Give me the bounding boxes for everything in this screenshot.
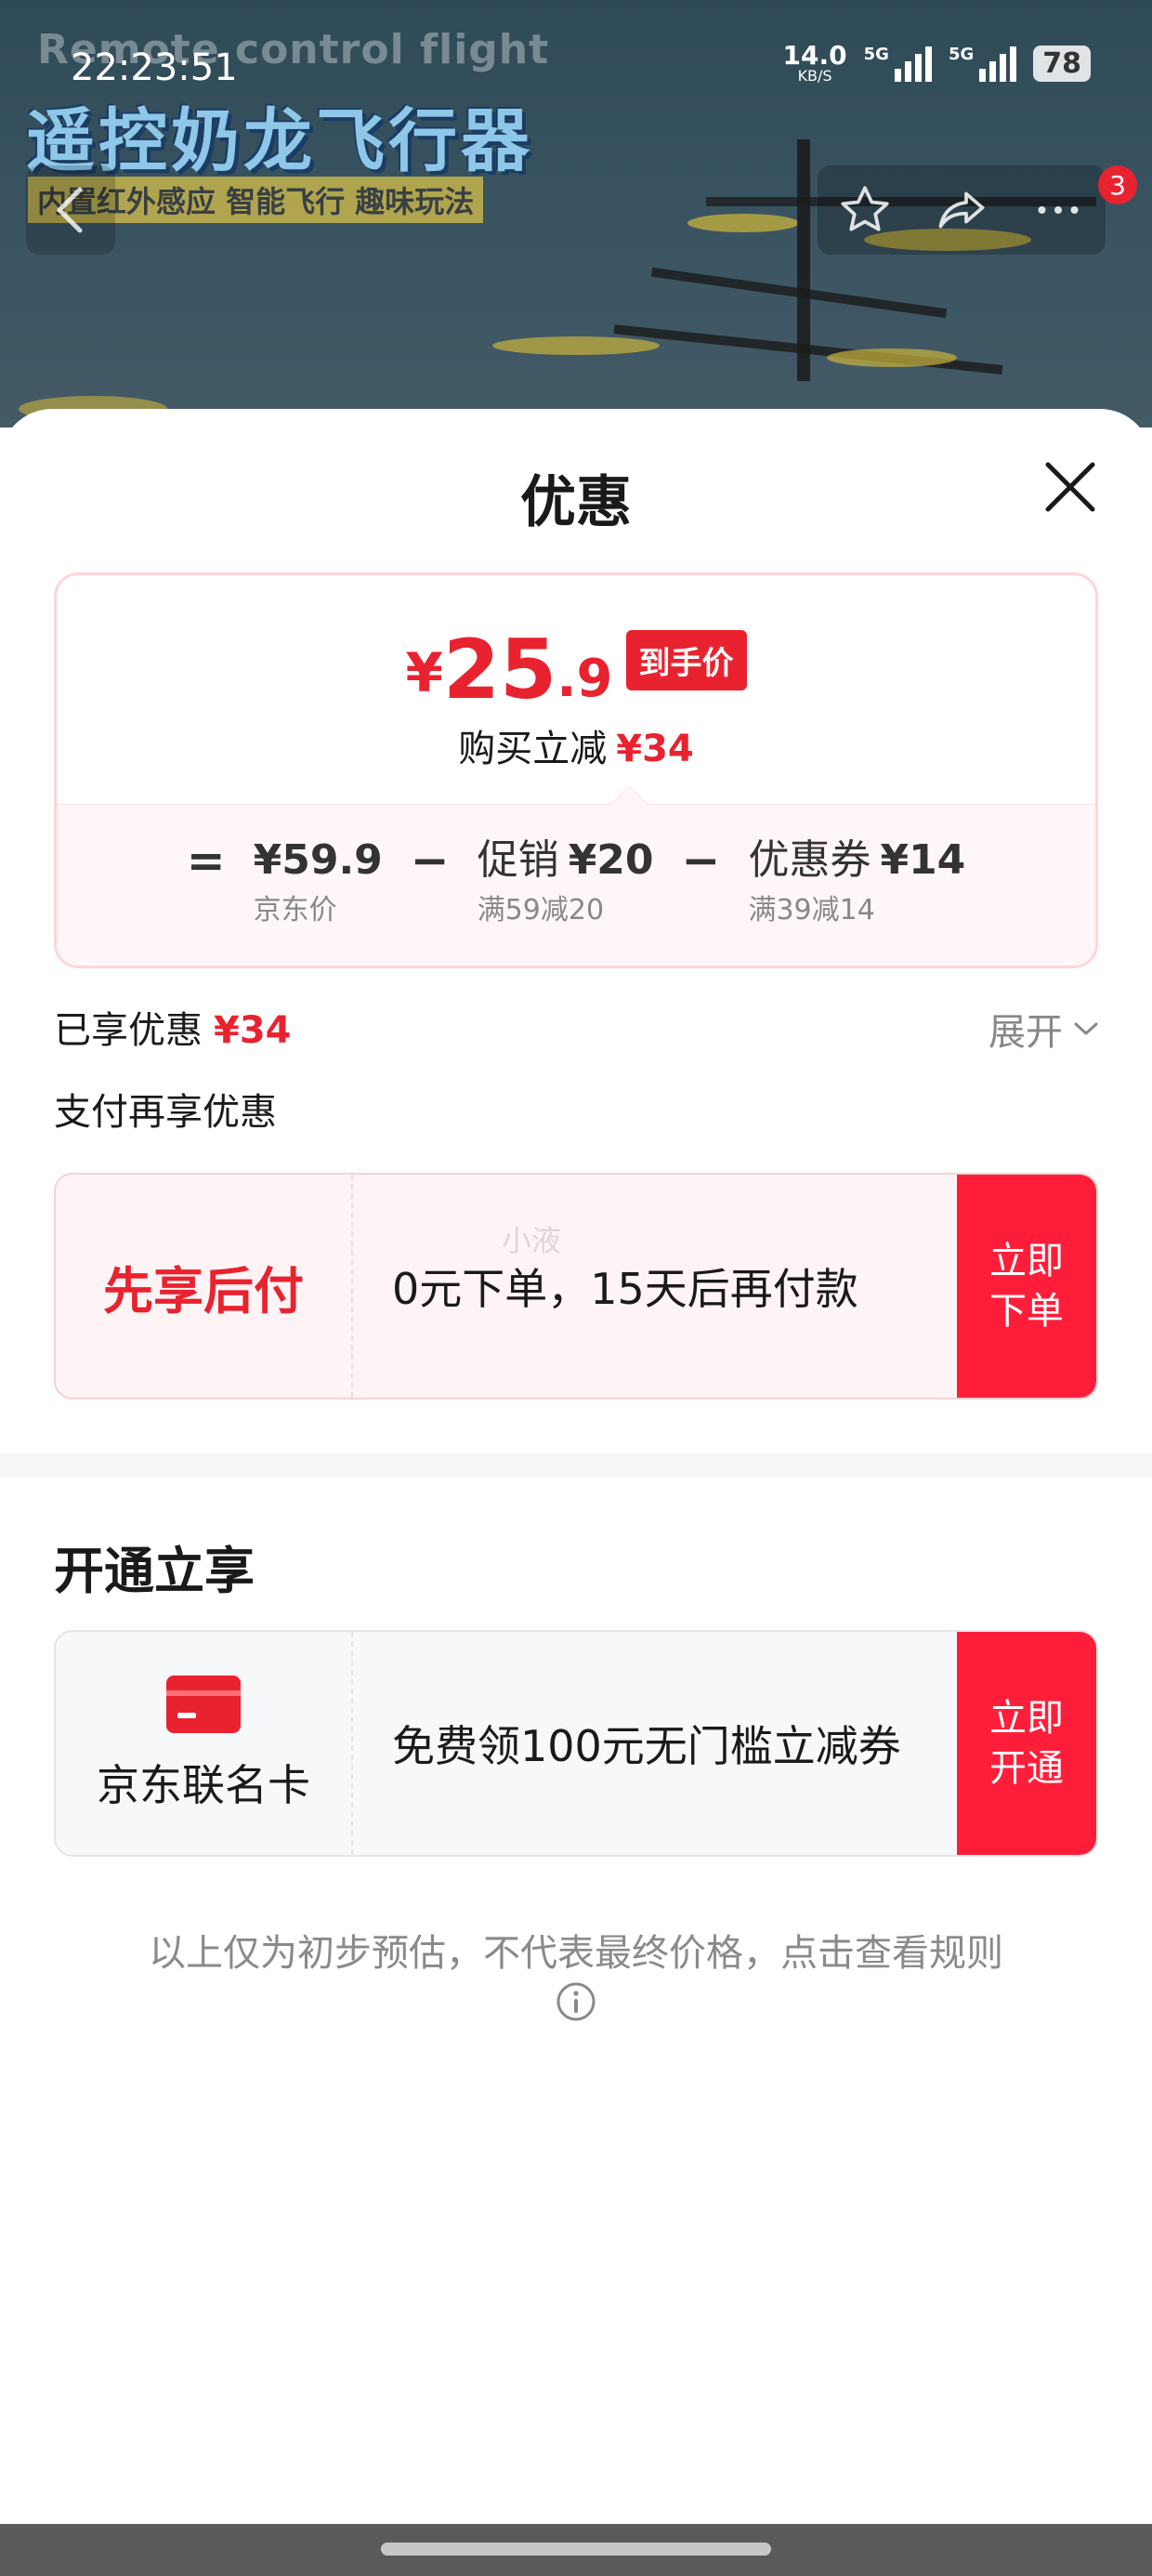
chevron-down-icon <box>1074 1022 1098 1035</box>
signal-2-icon: 5G <box>948 45 1017 82</box>
membership-section-title: 开通立享 <box>54 1542 255 1600</box>
price-formula: = ¥59.9 京东价 − 促销 ¥20 满59减20 − 优惠券 ¥14 满39减… <box>57 835 1095 927</box>
discount-sheet: 优惠 ¥ 25 .9 到手价 购买立减 ¥34 = ¥59.9 京东价 − 促销… <box>0 409 1152 2528</box>
credit-card-icon <box>166 1676 241 1733</box>
section-divider <box>0 1453 1152 1478</box>
coupon-rule: 满39减14 <box>748 894 875 927</box>
co-brand-card-name-area: 京东联名卡 <box>56 1632 353 1855</box>
sim2-label: 5G <box>948 45 975 64</box>
pay-later-name-area: 先享后付 <box>56 1175 353 1398</box>
enjoyed-discount: 已享优惠 ¥34 <box>54 1000 292 1054</box>
payment-offers-title: 支付再享优惠 <box>54 1091 277 1134</box>
order-now-button[interactable]: 立即 下单 <box>957 1175 1096 1398</box>
minus-sign: − <box>410 834 450 887</box>
back-button[interactable] <box>26 165 115 255</box>
promotion-label: 促销 <box>477 836 559 884</box>
minus-sign: − <box>681 834 721 887</box>
more-icon[interactable] <box>1030 182 1086 238</box>
close-icon[interactable] <box>1041 457 1100 517</box>
expand-button[interactable]: 展开 <box>988 1002 1100 1056</box>
final-price: ¥ 25 .9 <box>405 629 612 711</box>
final-price-tag: 到手价 <box>625 630 747 690</box>
coupon-label: 优惠券 <box>748 836 871 884</box>
sheet-title: 优惠 <box>520 470 632 535</box>
disclaimer-text: 以上仅为初步预估，不代表最终价格，点击查看规则 <box>149 1932 1003 1975</box>
sim1-label: 5G <box>863 45 889 64</box>
pay-later-card[interactable]: 先享后付 0元下单，15天后再付款 立即 下单 <box>54 1173 1098 1400</box>
co-brand-card-name: 京东联名卡 <box>97 1760 310 1810</box>
final-price-decimal: .9 <box>556 649 613 709</box>
watermark-text: 小液 <box>502 1223 562 1258</box>
promotion-value: ¥20 <box>568 836 654 884</box>
price-breakdown-card: ¥ 25 .9 到手价 购买立减 ¥34 = ¥59.9 京东价 − 促销 ¥20 <box>54 572 1098 968</box>
signal-1-icon: 5G <box>864 45 932 82</box>
share-icon[interactable] <box>933 182 990 238</box>
enjoyed-discount-label: 已享优惠 <box>54 1009 203 1052</box>
pay-later-description: 0元下单，15天后再付款 <box>392 1264 858 1314</box>
instant-discount-row: 购买立减 ¥34 <box>57 718 1095 772</box>
network-speed: 14.0 KB/S <box>783 43 847 84</box>
co-brand-card[interactable]: 京东联名卡 免费领100元无门槛立减券 立即 开通 <box>54 1630 1098 1857</box>
status-indicators: 14.0 KB/S 5G 5G 78 <box>783 43 1091 84</box>
network-speed-unit: KB/S <box>797 67 832 85</box>
chevron-left-icon <box>57 187 83 233</box>
coupon-value: ¥14 <box>880 836 966 884</box>
info-icon[interactable] <box>556 1981 596 2022</box>
enjoyed-discount-amount: ¥34 <box>214 1009 292 1052</box>
final-price-area: ¥ 25 .9 到手价 购买立减 ¥34 <box>57 575 1095 804</box>
instant-discount-label: 购买立减 <box>458 728 608 770</box>
cart-badge: 3 <box>1098 165 1137 204</box>
system-navigation-bar <box>0 2524 1152 2576</box>
equals-sign: = <box>186 834 226 887</box>
battery-indicator: 78 <box>1033 45 1091 82</box>
star-icon[interactable] <box>837 182 893 238</box>
coupon-term: 优惠券 ¥14 满39减14 <box>748 835 965 927</box>
top-actions <box>818 165 1106 255</box>
promotion-term: 促销 ¥20 满59减20 <box>478 835 654 927</box>
co-brand-card-description: 免费领100元无门槛立减券 <box>392 1721 901 1771</box>
instant-discount-amount: ¥34 <box>616 728 694 770</box>
pay-later-name: 先享后付 <box>103 1261 304 1321</box>
jd-price-value: ¥59.9 <box>253 836 383 884</box>
home-indicator[interactable] <box>381 2543 771 2556</box>
status-bar: 22:23:51 14.0 KB/S 5G 5G 78 <box>0 0 1152 89</box>
expand-label: 展开 <box>988 1011 1063 1054</box>
final-price-integer: 25 <box>442 622 557 717</box>
jd-price-term: ¥59.9 京东价 <box>254 835 383 927</box>
final-price-currency: ¥ <box>405 641 443 704</box>
promotion-rule: 满59减20 <box>477 894 605 927</box>
status-time: 22:23:51 <box>71 46 238 89</box>
activate-now-button[interactable]: 立即 开通 <box>957 1632 1096 1855</box>
final-price-row: ¥ 25 .9 到手价 <box>57 629 1095 711</box>
jd-price-label: 京东价 <box>253 894 337 927</box>
price-formula-area: = ¥59.9 京东价 − 促销 ¥20 满59减20 − 优惠券 ¥14 满39减… <box>57 804 1095 966</box>
price-disclaimer[interactable]: 以上仅为初步预估，不代表最终价格，点击查看规则 <box>0 1929 1152 2022</box>
network-speed-value: 14.0 <box>782 40 847 71</box>
